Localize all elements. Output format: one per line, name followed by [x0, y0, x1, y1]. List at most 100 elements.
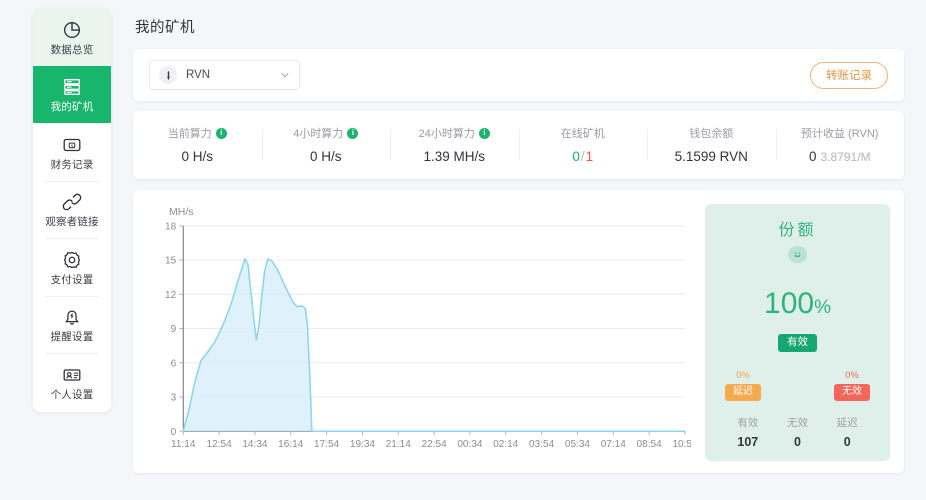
wallet-dollar-icon: $ — [61, 134, 83, 156]
mini-stats-row: 0% 延迟 0% 无效 — [715, 370, 880, 401]
mini-stat-delayed: 0% 延迟 — [725, 370, 761, 401]
svg-text:12: 12 — [165, 290, 177, 301]
sidebar-item-financial-records[interactable]: $ 财务记录 — [33, 123, 111, 181]
svg-text:14:34: 14:34 — [242, 439, 268, 450]
link-icon — [61, 191, 83, 213]
svg-text:0: 0 — [171, 427, 177, 438]
id-card-icon — [61, 364, 83, 386]
share-title: 份额 — [778, 216, 816, 240]
svg-text:21:14: 21:14 — [386, 439, 412, 450]
sidebar-item-label: 个人设置 — [51, 390, 94, 401]
sidebar-item-label: 数据总览 — [51, 45, 94, 56]
delayed-badge: 延迟 — [725, 384, 761, 401]
online-separator: / — [581, 149, 585, 164]
sidebar-item-personal-settings[interactable]: 个人设置 — [33, 353, 111, 411]
transfer-records-button[interactable]: 转账记录 — [810, 62, 888, 89]
stat-label: 在线矿机 — [561, 125, 605, 141]
selector-card: RVN 转账记录 — [133, 49, 904, 101]
share-percent-unit: % — [814, 297, 831, 318]
earnings-value: 0 — [809, 149, 817, 164]
stat-label-text: 24小时算力 — [419, 125, 475, 141]
hashrate-chart[interactable]: MH/s 036912151811:1412:5414:3416:1417:54… — [147, 204, 691, 461]
svg-text:00:34: 00:34 — [457, 439, 483, 450]
total-count: 1 — [586, 149, 594, 164]
total-value: 0 — [794, 435, 801, 449]
svg-text:9: 9 — [171, 324, 177, 335]
sidebar-item-label: 观察者链接 — [45, 217, 99, 228]
svg-text:07:14: 07:14 — [601, 439, 627, 450]
totals-row: 有效 107 无效 0 延迟 0 — [715, 415, 880, 449]
total-invalid: 无效 0 — [773, 415, 823, 449]
total-label: 延迟 — [837, 415, 858, 430]
svg-text:19:34: 19:34 — [350, 439, 376, 450]
earnings-rate: 3.8791/M — [820, 150, 870, 164]
info-icon[interactable]: i — [479, 128, 490, 139]
total-label: 无效 — [787, 415, 808, 430]
sidebar-item-label: 提醒设置 — [51, 332, 94, 343]
pie-chart-icon — [61, 19, 83, 41]
info-icon[interactable]: i — [347, 128, 358, 139]
share-percent: 100% — [764, 289, 831, 319]
valid-badge: 有效 — [778, 334, 817, 352]
svg-text:03:54: 03:54 — [529, 439, 555, 450]
total-value: 0 — [844, 435, 851, 449]
svg-text:11:14: 11:14 — [171, 439, 196, 450]
server-icon — [61, 76, 83, 98]
stat-label-text: 当前算力 — [168, 125, 212, 141]
main-content: 我的矿机 RVN 转账记录 — [111, 0, 926, 500]
sidebar-item-my-miners[interactable]: 我的矿机 — [33, 66, 111, 124]
coin-select-dropdown[interactable]: RVN — [149, 60, 300, 90]
sidebar-item-overview[interactable]: 数据总览 — [33, 8, 111, 66]
stat-value: 5.1599 RVN — [675, 149, 748, 164]
stat-24h-hashrate: 24小时算力 i 1.39 MH/s — [390, 125, 519, 164]
svg-text:17:54: 17:54 — [314, 439, 340, 450]
stat-wallet-balance: 钱包余额 5.1599 RVN — [647, 125, 776, 164]
stat-label: 4小时算力 i — [293, 125, 358, 141]
chart-svg: 036912151811:1412:5414:3416:1417:5419:34… — [147, 204, 691, 461]
stat-value: 0 H/s — [181, 149, 213, 164]
stat-online-miners: 在线矿机 0/1 — [519, 125, 648, 164]
gear-icon — [61, 249, 83, 271]
share-percent-value: 100 — [764, 287, 814, 320]
share-panel: 份额 100% 有效 0% 延迟 — [705, 204, 890, 461]
svg-text:10:54: 10:54 — [672, 439, 691, 450]
stats-card: 当前算力 i 0 H/s 4小时算力 i 0 H/s 24小时算力 i 1.39… — [133, 111, 904, 179]
stat-value: 0/1 — [572, 149, 593, 164]
chevron-down-icon — [280, 70, 290, 80]
sidebar-item-observer-link[interactable]: 观察者链接 — [33, 181, 111, 239]
stat-label-text: 钱包余额 — [689, 125, 733, 141]
stat-value: 1.39 MH/s — [423, 149, 485, 164]
svg-text:22:54: 22:54 — [422, 439, 448, 450]
chart-card: MH/s 036912151811:1412:5414:3416:1417:54… — [133, 190, 904, 473]
online-count: 0 — [572, 149, 580, 164]
stat-label-text: 4小时算力 — [293, 125, 343, 141]
stat-4h-hashrate: 4小时算力 i 0 H/s — [262, 125, 391, 164]
svg-text:15: 15 — [165, 256, 177, 267]
coin-select-value: RVN — [186, 69, 271, 81]
total-valid: 有效 107 — [723, 415, 773, 449]
info-icon[interactable]: i — [216, 128, 227, 139]
svg-text:16:14: 16:14 — [278, 439, 304, 450]
mini-percent: 0% — [736, 370, 750, 381]
sidebar-item-label: 财务记录 — [51, 160, 94, 171]
bell-bolt-icon — [61, 306, 83, 328]
stat-label-text: 在线矿机 — [561, 125, 605, 141]
sidebar-item-alert-settings[interactable]: 提醒设置 — [33, 296, 111, 354]
stat-current-hashrate: 当前算力 i 0 H/s — [133, 125, 262, 164]
sidebar-item-label: 支付设置 — [51, 275, 94, 286]
svg-text:02:14: 02:14 — [493, 439, 519, 450]
rvn-coin-icon — [159, 66, 177, 84]
sidebar-item-payment-settings[interactable]: 支付设置 — [33, 238, 111, 296]
svg-text:12:54: 12:54 — [207, 439, 233, 450]
stat-label-text: 预计收益 (RVN) — [801, 125, 878, 141]
total-label: 有效 — [737, 415, 758, 430]
svg-text:3: 3 — [171, 393, 177, 404]
svg-text:08:54: 08:54 — [637, 439, 663, 450]
stat-label: 24小时算力 i — [419, 125, 490, 141]
mini-percent: 0% — [845, 370, 859, 381]
page-title: 我的矿机 — [135, 16, 904, 37]
svg-text:18: 18 — [165, 221, 177, 232]
mini-stat-invalid: 0% 无效 — [834, 370, 870, 401]
app-root: 数据总览 我的矿机 $ 财务记录 — [0, 0, 926, 500]
stat-value: 03.8791/M — [809, 149, 871, 164]
